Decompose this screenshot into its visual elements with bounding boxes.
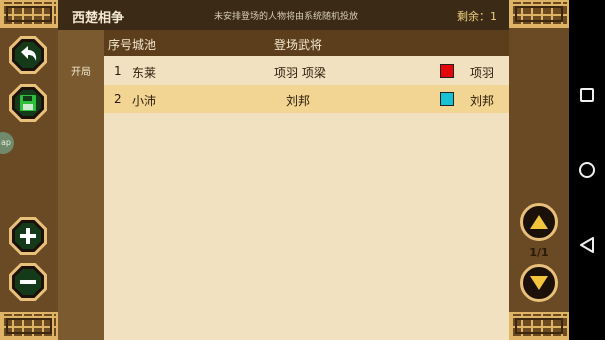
system-nav-bar [569, 0, 605, 340]
city-table: 序号 城池 登场武将 1 东莱 项羽 项梁 项羽 2 小沛 刘邦 刘邦 [104, 30, 509, 340]
row-city: 东莱 [132, 66, 157, 80]
table-row[interactable]: 1 东莱 项羽 项梁 项羽 [104, 57, 509, 85]
row-generals: 刘邦 [286, 94, 311, 108]
column-header-generals: 登场武将 [274, 38, 323, 52]
column-header-index: 序号 [108, 38, 133, 52]
decor-meander-bottom-right [509, 312, 569, 340]
row-index: 1 [114, 64, 122, 78]
page-title: 西楚相争 [72, 11, 125, 26]
save-button[interactable] [9, 84, 47, 122]
back-nav-button[interactable] [579, 237, 595, 253]
triangle-up-icon [530, 215, 548, 229]
row-index: 2 [114, 92, 122, 106]
decor-meander-bottom-left [0, 312, 58, 340]
app-window: 西楚相争 未安排登场的人物将由系统随机投放 剩余：1 开局 序号 城池 登场武将… [0, 0, 569, 340]
add-button[interactable] [9, 217, 47, 255]
back-arrow-icon [21, 46, 37, 61]
tab-column: 开局 [58, 30, 104, 340]
faction-color-swatch [440, 64, 454, 78]
column-header-city: 城池 [132, 38, 157, 52]
decor-meander-top-right [509, 0, 569, 28]
page-indicator: 1/1 [529, 246, 549, 259]
decor-meander-top-left [0, 0, 58, 28]
table-header: 序号 城池 登场武将 [104, 30, 509, 56]
remaining-count: 剩余：1 [457, 10, 497, 23]
header-bar: 西楚相争 未安排登场的人物将由系统随机投放 剩余：1 [58, 0, 509, 30]
minus-icon [20, 280, 36, 284]
plus-icon [20, 228, 36, 244]
page-up-button[interactable] [520, 203, 558, 241]
recents-button[interactable] [580, 88, 594, 102]
row-city: 小沛 [132, 94, 157, 108]
faction-color-swatch [440, 92, 454, 106]
table-row[interactable]: 2 小沛 刘邦 刘邦 [104, 85, 509, 113]
row-faction: 项羽 [470, 66, 495, 80]
remove-button[interactable] [9, 263, 47, 301]
floppy-save-icon [20, 95, 36, 111]
triangle-down-icon [530, 276, 548, 290]
back-button[interactable] [9, 36, 47, 74]
row-faction: 刘邦 [470, 94, 495, 108]
row-generals: 项羽 项梁 [274, 66, 326, 80]
page-down-button[interactable] [520, 264, 558, 302]
header-hint: 未安排登场的人物将由系统随机投放 [214, 12, 359, 22]
tab-opening[interactable]: 开局 [58, 60, 104, 86]
home-button[interactable] [579, 162, 595, 178]
